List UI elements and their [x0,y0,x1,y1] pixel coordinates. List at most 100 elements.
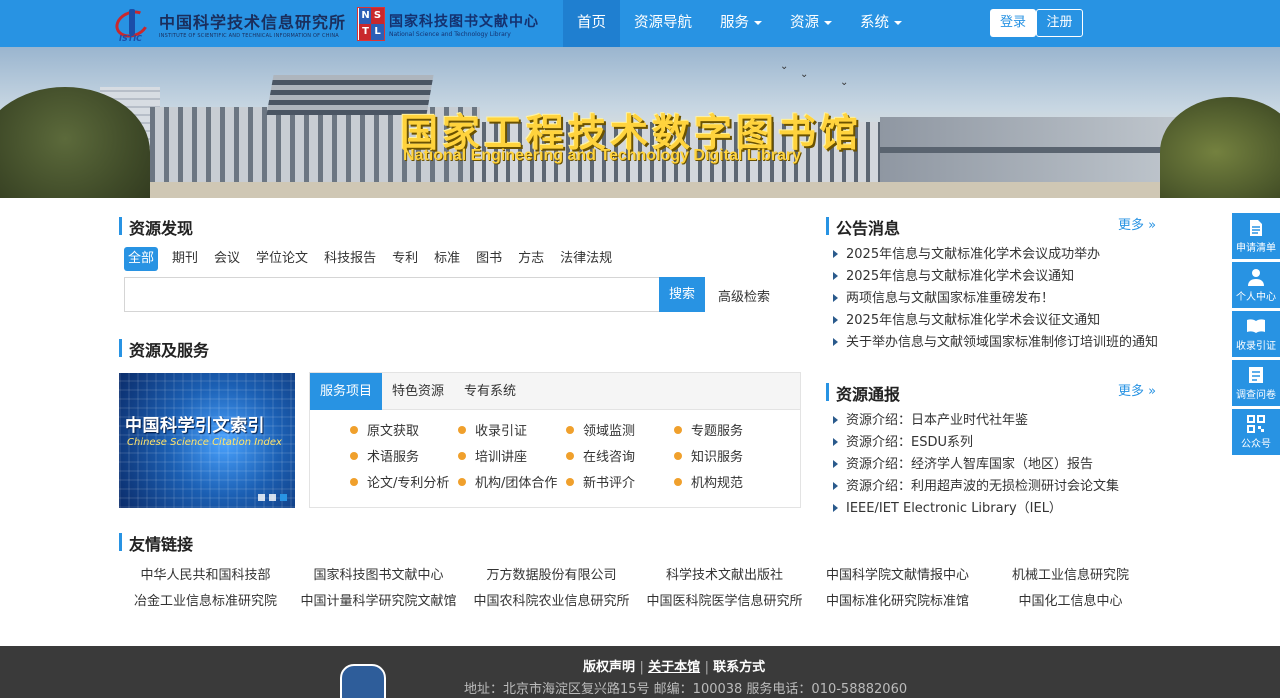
carousel-dot[interactable] [269,494,276,501]
notice-item[interactable]: 2025年信息与文献标准化学术会议征文通知 [833,312,1158,330]
friend-link[interactable]: 中国科学院文献情报中心 [811,567,984,585]
tab-service-items[interactable]: 服务项目 [310,373,383,410]
menu-resources[interactable]: 资源 [776,0,846,47]
service-item[interactable]: 专题服务 [674,423,782,441]
menu-home[interactable]: 首页 [563,0,620,47]
carousel-title-en: Chinese Science Citation Index [127,437,282,448]
service-item[interactable]: 机构/团体合作 [458,475,566,493]
service-item[interactable]: 收录引证 [458,423,566,441]
notice-item[interactable]: 2025年信息与文献标准化学术会议通知 [833,268,1158,286]
resource-bulletin-more-link[interactable]: 更多 » [1118,380,1156,399]
login-button[interactable]: 登录 [990,9,1036,37]
footer-address: 地址：北京市海淀区复兴路15号 邮编：100038 服务电话：010-58882… [464,682,908,697]
tab-all[interactable]: 全部 [124,247,159,271]
bulletin-item[interactable]: IEEE/IET Electronic Library（IEL） [833,500,1119,518]
chevron-down-icon [894,21,902,25]
tab-journal[interactable]: 期刊 [164,247,206,271]
service-item[interactable]: 机构规范 [674,475,782,493]
search-input[interactable] [124,277,659,312]
bulletin-item[interactable]: 资源介绍：ESDU系列 [833,434,1119,452]
apply-list-button[interactable]: 申请清单 [1232,213,1280,259]
menu-system[interactable]: 系统 [846,0,916,47]
wechat-button[interactable]: 公众号 [1232,409,1280,455]
personal-center-button[interactable]: 个人中心 [1232,262,1280,308]
book-icon [1232,315,1280,337]
footer-links: 版权声明 | 关于本馆 | 联系方式 [583,660,766,675]
about-link[interactable]: 关于本馆 [648,660,700,675]
top-navbar: ISTIC 中国科学技术信息研究所 INSTITUTE OF SCIENTIFI… [0,0,1280,47]
istic-logo-en: INSTITUTE OF SCIENTIFIC AND TECHNICAL IN… [159,33,339,39]
register-button[interactable]: 注册 [1036,9,1083,37]
search-button[interactable]: 搜索 [659,277,705,312]
service-item[interactable]: 知识服务 [674,449,782,467]
notice-item[interactable]: 关于举办信息与文献领域国家标准制修订培训班的通知 [833,334,1158,352]
services-panel: 服务项目 特色资源 专有系统 原文获取 收录引证 领域监测 专题服务 术语服务 … [309,372,801,508]
tab-law[interactable]: 法律法规 [552,247,620,271]
menu-resource-nav[interactable]: 资源导航 [620,0,706,47]
friend-link[interactable]: 中国农科院农业信息研究所 [465,593,638,611]
carousel-dot-active[interactable] [280,494,287,501]
friend-link[interactable]: 科学技术文献出版社 [638,567,811,585]
istic-logo-cn: 中国科学技术信息研究所 [159,13,347,32]
friend-link[interactable]: 万方数据股份有限公司 [465,567,638,585]
services-tabs: 服务项目 特色资源 专有系统 [310,373,800,410]
tab-gazetteer[interactable]: 方志 [510,247,552,271]
notices-more-link[interactable]: 更多 » [1118,214,1156,233]
friend-link[interactable]: 国家科技图书文献中心 [292,567,465,585]
survey-button[interactable]: 调查问卷 [1232,360,1280,406]
service-item[interactable]: 在线咨询 [566,449,674,467]
discovery-title: 资源发现 [119,215,193,239]
carousel-title-cn: 中国科学引文索引 [125,416,265,436]
service-item[interactable]: 论文/专利分析 [350,475,458,493]
service-item[interactable]: 领域监测 [566,423,674,441]
hero-banner: ⌄ ⌄ ⌄ 国家工程技术数字图书馆 National Engineering a… [0,47,1280,198]
tab-featured-resources[interactable]: 特色资源 [382,373,454,410]
service-item[interactable]: 原文获取 [350,423,458,441]
friend-link[interactable]: 中国标准化研究院标准馆 [811,593,984,611]
tab-standard[interactable]: 标准 [426,247,468,271]
notice-item[interactable]: 2025年信息与文献标准化学术会议成功举办 [833,246,1158,264]
tab-report[interactable]: 科技报告 [316,247,384,271]
footer: 版权声明 | 关于本馆 | 联系方式 地址：北京市海淀区复兴路15号 邮编：10… [0,646,1280,698]
bulletin-item[interactable]: 资源介绍：经济学人智库国家（地区）报告 [833,456,1119,474]
friend-link[interactable]: 机械工业信息研究院 [984,567,1157,585]
istic-logo[interactable]: ISTIC 中国科学技术信息研究所 INSTITUTE OF SCIENTIFI… [111,5,347,43]
friend-link[interactable]: 中国化工信息中心 [984,593,1157,611]
tab-proprietary-systems[interactable]: 专有系统 [454,373,526,410]
search-category-tabs: 全部 期刊 会议 学位论文 科技报告 专利 标准 图书 方志 法律法规 [124,247,620,271]
service-item[interactable]: 新书评介 [566,475,674,493]
qrcode-icon [1232,413,1280,435]
copyright-link[interactable]: 版权声明 [583,660,635,675]
tab-patent[interactable]: 专利 [384,247,426,271]
friend-link[interactable]: 中国计量科学研究院文献馆 [292,593,465,611]
friend-link[interactable]: 中国医科院医学信息研究所 [638,593,811,611]
bulletin-item[interactable]: 资源介绍：日本产业时代社年鉴 [833,412,1119,430]
tab-conference[interactable]: 会议 [206,247,248,271]
chevron-down-icon [754,21,762,25]
citation-button[interactable]: 收录引证 [1232,311,1280,357]
banner-subtitle: National Engineering and Technology Digi… [403,147,801,164]
service-item[interactable]: 术语服务 [350,449,458,467]
floating-sidebar: 申请清单 个人中心 收录引证 调查问卷 公众号 [1232,213,1280,458]
resource-bulletin-title: 资源通报 [826,381,900,405]
advanced-search-link[interactable]: 高级检索 [718,286,770,305]
service-item[interactable]: 培训讲座 [458,449,566,467]
menu-services[interactable]: 服务 [706,0,776,47]
nstl-logo[interactable]: N S T L 国家科技图书文献中心 National Science and … [357,6,539,42]
contact-link[interactable]: 联系方式 [713,660,765,675]
bulletin-item[interactable]: 资源介绍：利用超声波的无损检测研讨会论文集 [833,478,1119,496]
notice-item[interactable]: 两项信息与文献国家标准重磅发布！ [833,290,1158,308]
survey-icon [1232,364,1280,386]
istic-logo-mark: ISTIC [111,5,155,43]
tab-thesis[interactable]: 学位论文 [248,247,316,271]
nstl-logo-cn: 国家科技图书文献中心 [389,13,539,30]
cscd-carousel[interactable]: 中国科学引文索引 Chinese Science Citation Index [119,373,295,508]
tab-book[interactable]: 图书 [468,247,510,271]
friend-links-title: 友情链接 [119,531,193,555]
carousel-dot[interactable] [258,494,265,501]
carousel-dots [258,494,287,501]
user-icon [1232,266,1280,288]
friend-link[interactable]: 中华人民共和国科技部 [119,567,292,585]
services-title: 资源及服务 [119,337,209,361]
friend-link[interactable]: 冶金工业信息标准研究院 [119,593,292,611]
